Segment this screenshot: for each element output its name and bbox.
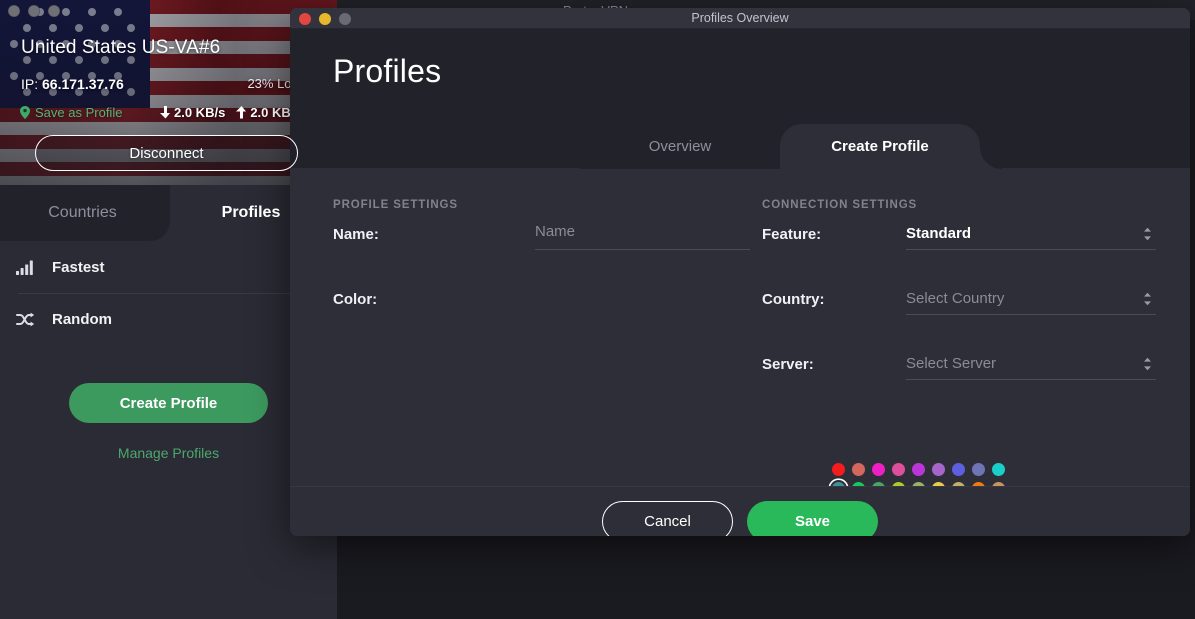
color-swatch[interactable] [908, 460, 928, 479]
name-input[interactable] [535, 218, 750, 250]
color-swatch[interactable] [968, 460, 988, 479]
server-select-wrapper: Select Server [906, 348, 1156, 380]
country-select-value: Select Country [906, 290, 1005, 307]
arrow-up-icon [236, 106, 247, 119]
color-field-label: Color: [333, 291, 378, 308]
profile-item-label: Fastest [52, 258, 105, 276]
connection-status-header: United States US-VA#6 IP: 66.171.37.76 2… [0, 0, 337, 185]
download-speed: 2.0 KB/s [160, 105, 225, 120]
minimize-icon[interactable] [319, 13, 331, 25]
connected-server-name: United States US-VA#6 [21, 37, 221, 58]
name-field-label: Name: [333, 226, 379, 243]
minimize-icon[interactable] [28, 5, 40, 17]
color-swatch[interactable] [868, 460, 888, 479]
feature-field-label: Feature: [762, 226, 822, 243]
ip-label: IP: [21, 76, 39, 92]
chevron-updown-icon [1144, 227, 1151, 240]
color-swatch[interactable] [848, 460, 868, 479]
manage-profiles-link[interactable]: Manage Profiles [0, 445, 337, 461]
country-select[interactable]: Select Country [906, 283, 1156, 315]
feature-select-wrapper: Standard [906, 218, 1156, 250]
sidebar-tab-countries[interactable]: Countries [0, 185, 165, 241]
shuffle-icon [14, 312, 36, 327]
pin-icon [20, 106, 30, 119]
country-field-label: Country: [762, 291, 825, 308]
color-swatch[interactable] [888, 460, 908, 479]
disconnect-button[interactable]: Disconnect [35, 135, 298, 171]
color-swatch-dot [891, 463, 905, 476]
profile-item-random[interactable]: Random [0, 293, 337, 345]
profile-item-fastest[interactable]: Fastest [0, 241, 337, 293]
dialog-footer: Cancel Save [290, 486, 1190, 536]
app-window-lower-area [337, 533, 1195, 619]
arrow-down-icon [160, 106, 170, 119]
chevron-updown-icon [1144, 357, 1151, 370]
ip-value: 66.171.37.76 [42, 76, 124, 92]
dialog-titlebar: Profiles Overview [290, 8, 1190, 29]
color-swatch[interactable] [828, 460, 848, 479]
color-swatch-dot [851, 463, 865, 476]
color-swatch-dot [831, 463, 845, 476]
ip-address-row: IP: 66.171.37.76 [21, 76, 124, 92]
name-input-wrapper [535, 218, 750, 250]
dialog-body: PROFILE SETTINGS Name: Color: CONNECTION… [290, 168, 1190, 495]
tab-overview[interactable]: Overview [580, 124, 780, 169]
tab-curve-right [980, 147, 1002, 169]
dialog-header: Profiles [290, 29, 1190, 125]
feature-select-value: Standard [906, 225, 972, 242]
signal-bars-icon [14, 260, 36, 275]
dialog-traffic-lights[interactable] [299, 13, 351, 25]
protonvpn-main-window: United States US-VA#6 IP: 66.171.37.76 2… [0, 0, 337, 619]
connection-settings-section-title: CONNECTION SETTINGS [762, 199, 918, 211]
server-select-value: Select Server [906, 355, 997, 372]
color-swatch[interactable] [948, 460, 968, 479]
color-swatch-dot [911, 463, 925, 476]
chevron-updown-icon [1144, 292, 1151, 305]
create-profile-button[interactable]: Create Profile [69, 383, 268, 423]
color-swatch-dot [991, 463, 1005, 476]
tab-create-profile[interactable]: Create Profile [780, 124, 980, 169]
server-field-label: Server: [762, 356, 814, 373]
profiles-overview-dialog: Profiles Overview Profiles Overview Crea… [290, 8, 1190, 536]
save-as-profile-label: Save as Profile [35, 105, 123, 120]
save-button[interactable]: Save [747, 501, 878, 536]
download-speed-value: 2.0 KB/s [174, 105, 226, 120]
close-icon[interactable] [299, 13, 311, 25]
screen: ProtonVPN [0, 0, 1195, 619]
upload-speed: 2.0 KB/ [236, 105, 294, 120]
feature-select[interactable]: Standard [906, 218, 1156, 250]
profile-item-label: Random [52, 310, 112, 328]
main-window-traffic-lights[interactable] [8, 5, 60, 17]
page-title: Profiles [333, 53, 442, 89]
sidebar-tab-bar: Countries Profiles [0, 185, 337, 241]
server-select[interactable]: Select Server [906, 348, 1156, 380]
color-swatch[interactable] [988, 460, 1008, 479]
save-as-profile-button[interactable]: Save as Profile [20, 105, 122, 120]
sidebar-tab-profiles[interactable]: Profiles [165, 185, 337, 241]
upload-speed-value: 2.0 KB/ [250, 105, 295, 120]
maximize-icon [339, 13, 351, 25]
color-swatch-dot [971, 463, 985, 476]
close-icon[interactable] [8, 5, 20, 17]
sidebar-profile-list: Fastest Random Create Profile Manage Pro… [0, 241, 337, 461]
speed-indicators: 2.0 KB/s 2.0 KB/ [160, 105, 294, 120]
dialog-tab-bar: Overview Create Profile [290, 124, 1190, 169]
profile-settings-section-title: PROFILE SETTINGS [333, 199, 458, 211]
color-swatch-dot [871, 463, 885, 476]
color-swatch-dot [931, 463, 945, 476]
color-swatch-dot [951, 463, 965, 476]
dialog-title: Profiles Overview [691, 11, 789, 25]
maximize-icon[interactable] [48, 5, 60, 17]
color-swatch[interactable] [928, 460, 948, 479]
cancel-button[interactable]: Cancel [602, 501, 733, 536]
country-select-wrapper: Select Country [906, 283, 1156, 315]
